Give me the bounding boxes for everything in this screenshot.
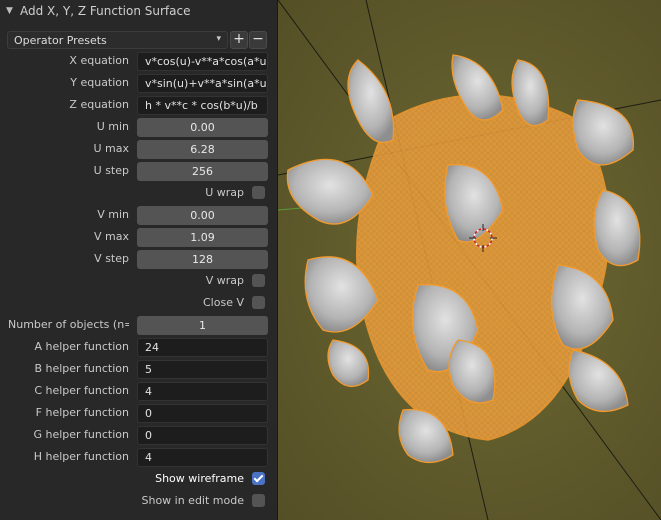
field-label: H helper function — [33, 450, 129, 463]
f-helper-input[interactable]: 0 — [137, 404, 268, 423]
field-label: V step — [94, 252, 129, 265]
b-helper-input[interactable]: 5 — [137, 360, 268, 379]
show-wireframe-row: Show wireframe — [0, 470, 278, 489]
field-label: U max — [93, 142, 129, 155]
viewport-canvas — [278, 0, 661, 520]
checkbox-label[interactable]: U wrap — [205, 186, 244, 199]
3d-viewport[interactable] — [278, 0, 661, 520]
u-max-field[interactable]: 6.28 — [137, 140, 268, 159]
a-helper-row: A helper function 24 — [0, 338, 278, 357]
v-max-field[interactable]: 1.09 — [137, 228, 268, 247]
v-wrap-row: V wrap — [0, 272, 278, 291]
g-helper-row: G helper function 0 — [0, 426, 278, 445]
field-label: Number of objects (n=... — [8, 318, 129, 331]
remove-preset-button[interactable]: − — [249, 31, 267, 49]
u-min-row: U min 0.00 — [0, 118, 278, 137]
v-wrap-checkbox[interactable] — [252, 274, 265, 287]
checkbox-label[interactable]: Show in edit mode — [141, 494, 244, 507]
show-in-edit-mode-row: Show in edit mode — [0, 492, 278, 511]
a-helper-input[interactable]: 24 — [137, 338, 268, 357]
n-objects-row: Number of objects (n=... 1 — [0, 316, 278, 335]
z-equation-input[interactable]: h * v**c * cos(b*u)/b — [137, 96, 268, 115]
checkbox-label[interactable]: Close V — [203, 296, 244, 309]
panel-header[interactable]: ▼ Add X, Y, Z Function Surface — [0, 0, 278, 22]
v-step-row: V step 128 — [0, 250, 278, 269]
x-equation-input[interactable]: v*cos(u)-v**a*cos(a*u... — [137, 52, 268, 71]
g-helper-input[interactable]: 0 — [137, 426, 268, 445]
z-equation-row: Z equation h * v**c * cos(b*u)/b — [0, 96, 278, 115]
field-label: Y equation — [70, 76, 129, 89]
n-objects-field[interactable]: 1 — [137, 316, 268, 335]
field-label: B helper function — [34, 362, 129, 375]
c-helper-input[interactable]: 4 — [137, 382, 268, 401]
show-in-edit-mode-checkbox[interactable] — [252, 494, 265, 507]
add-preset-button[interactable]: + — [230, 31, 248, 49]
u-wrap-row: U wrap — [0, 184, 278, 203]
collapse-triangle-icon[interactable]: ▼ — [6, 6, 16, 16]
v-max-row: V max 1.09 — [0, 228, 278, 247]
show-wireframe-checkbox[interactable] — [252, 472, 265, 485]
u-step-row: U step 256 — [0, 162, 278, 181]
y-equation-input[interactable]: v*sin(u)+v**a*sin(a*u... — [137, 74, 268, 93]
f-helper-row: F helper function 0 — [0, 404, 278, 423]
checkbox-label[interactable]: Show wireframe — [155, 472, 244, 485]
field-label: U min — [96, 120, 129, 133]
y-equation-row: Y equation v*sin(u)+v**a*sin(a*u... — [0, 74, 278, 93]
h-helper-input[interactable]: 4 — [137, 448, 268, 467]
close-v-checkbox[interactable] — [252, 296, 265, 309]
redo-operator-panel: ▼ Add X, Y, Z Function Surface Operator … — [0, 0, 278, 520]
function-surface-mesh[interactable] — [286, 54, 641, 464]
operator-presets-dropdown[interactable]: Operator Presets ▾ — [7, 31, 228, 49]
u-wrap-checkbox[interactable] — [252, 186, 265, 199]
b-helper-row: B helper function 5 — [0, 360, 278, 379]
u-step-field[interactable]: 256 — [137, 162, 268, 181]
v-step-field[interactable]: 128 — [137, 250, 268, 269]
panel-title: Add X, Y, Z Function Surface — [20, 4, 191, 18]
v-min-field[interactable]: 0.00 — [137, 206, 268, 225]
field-label: Z equation — [69, 98, 129, 111]
field-label: V max — [94, 230, 129, 243]
chevron-down-icon: ▾ — [216, 34, 221, 44]
checkbox-label[interactable]: V wrap — [206, 274, 244, 287]
x-equation-row: X equation v*cos(u)-v**a*cos(a*u... — [0, 52, 278, 71]
u-min-field[interactable]: 0.00 — [137, 118, 268, 137]
field-label: F helper function — [35, 406, 129, 419]
field-label: V min — [97, 208, 129, 221]
field-label: C helper function — [34, 384, 129, 397]
close-v-row: Close V — [0, 294, 278, 313]
field-label: X equation — [69, 54, 129, 67]
field-label: U step — [93, 164, 129, 177]
v-min-row: V min 0.00 — [0, 206, 278, 225]
h-helper-row: H helper function 4 — [0, 448, 278, 467]
c-helper-row: C helper function 4 — [0, 382, 278, 401]
field-label: G helper function — [33, 428, 129, 441]
presets-label: Operator Presets — [14, 33, 107, 47]
u-max-row: U max 6.28 — [0, 140, 278, 159]
field-label: A helper function — [34, 340, 129, 353]
